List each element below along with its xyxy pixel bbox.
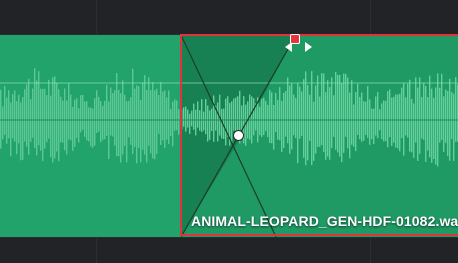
waveform-bar — [148, 77, 150, 146]
waveform-bar — [150, 90, 152, 154]
waveform-bar — [18, 94, 20, 144]
waveform — [0, 68, 182, 164]
waveform-bar — [84, 101, 86, 137]
waveform-bar — [96, 90, 98, 134]
waveform-bar — [94, 98, 96, 146]
waveform-bar — [82, 94, 84, 130]
waveform-bar — [46, 95, 48, 143]
waveform-bar — [158, 94, 160, 135]
waveform-bar — [86, 101, 88, 141]
waveform-bar — [102, 105, 104, 140]
waveform-bar — [142, 82, 144, 150]
waveform-bar — [138, 86, 140, 149]
clip-selection-outline — [180, 34, 458, 236]
waveform-bar — [28, 78, 30, 155]
waveform-bar — [0, 89, 2, 149]
waveform-bar — [118, 89, 120, 157]
waveform-bar — [38, 71, 40, 146]
arrow-right-icon — [305, 42, 312, 52]
waveform-bar — [58, 89, 60, 162]
waveform-bar — [50, 95, 52, 158]
waveform-bar — [64, 88, 66, 151]
waveform-bar — [62, 100, 64, 143]
waveform-bar — [132, 68, 134, 154]
waveform-bar — [10, 102, 12, 157]
waveform-bar — [80, 95, 82, 133]
waveform-bar — [22, 97, 24, 160]
timeline-track-area[interactable]: ANIMAL-LEOPARD_GEN-HDF-01082.wa — [0, 0, 458, 263]
waveform-bar — [20, 102, 22, 161]
waveform-bar — [4, 85, 6, 135]
waveform-bar — [108, 101, 110, 160]
waveform-bar — [112, 93, 114, 137]
waveform-bar — [140, 99, 142, 163]
waveform-bar — [48, 79, 50, 139]
audio-clip-previous[interactable] — [0, 35, 182, 237]
waveform-bar — [90, 107, 92, 147]
waveform-bar — [164, 90, 166, 148]
waveform-bar — [30, 99, 32, 142]
waveform-bar — [106, 84, 108, 136]
waveform-bar — [44, 88, 46, 149]
waveform-bar — [122, 80, 124, 155]
waveform-bar — [8, 90, 10, 139]
waveform-bar — [174, 99, 176, 131]
fade-handle-icon[interactable] — [290, 34, 300, 44]
waveform-bar — [144, 75, 146, 155]
waveform-bar — [72, 106, 74, 151]
waveform-bar — [120, 93, 122, 163]
waveform-bar — [14, 90, 16, 142]
waveform-bar — [16, 101, 18, 155]
waveform-bar — [88, 107, 90, 142]
waveform-bar — [6, 97, 8, 144]
waveform-bar — [42, 88, 44, 162]
waveform-bar — [176, 100, 178, 131]
waveform-bar — [56, 82, 58, 152]
waveform-bar — [70, 94, 72, 141]
waveform-bar — [168, 90, 170, 145]
waveform-bar — [162, 91, 164, 141]
waveform-bar — [100, 101, 102, 143]
waveform-bar — [34, 68, 36, 149]
waveform-bar — [32, 88, 34, 138]
waveform-bar — [160, 82, 162, 146]
waveform-bar — [78, 108, 80, 143]
waveform-bar — [146, 90, 148, 163]
waveform-bar — [126, 101, 128, 163]
waveform-bar — [92, 108, 94, 148]
waveform-bar — [156, 88, 158, 154]
waveform-bar — [66, 100, 68, 155]
waveform-bar — [166, 97, 168, 140]
waveform-bar — [98, 96, 100, 132]
waveform-bar — [116, 72, 118, 157]
track-divider — [0, 237, 458, 238]
waveform-bar — [114, 90, 116, 146]
waveform-bar — [110, 87, 112, 136]
waveform-bar — [154, 90, 156, 160]
waveform-bar — [134, 88, 136, 147]
waveform-bar — [26, 84, 28, 147]
waveform-bar — [68, 82, 70, 140]
waveform-bar — [130, 97, 132, 145]
crossfade-point-icon[interactable] — [233, 130, 244, 141]
waveform-bar — [74, 99, 76, 147]
waveform-bar — [128, 100, 130, 138]
waveform-bar — [172, 101, 174, 147]
waveform-bar — [12, 94, 14, 139]
waveform-bar — [170, 108, 172, 137]
waveform-bar — [24, 89, 26, 142]
waveform-bar — [36, 80, 38, 156]
waveform-bar — [76, 98, 78, 138]
waveform-bar — [54, 76, 56, 159]
waveform-bar — [2, 106, 4, 140]
waveform-bar — [136, 85, 138, 164]
